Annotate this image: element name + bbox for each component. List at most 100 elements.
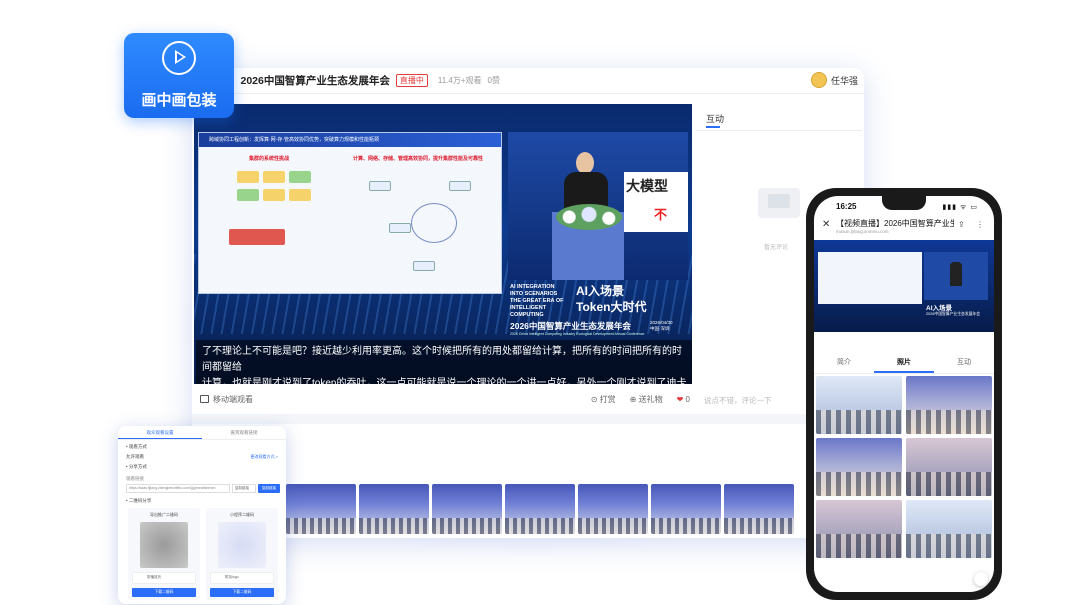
watch-link-field[interactable]: https://saas.fjjlang.zhengbeichifiho.com… xyxy=(126,484,230,493)
tip-button[interactable]: ⊙ 打赏 xyxy=(591,394,616,405)
tab-audience-settings[interactable]: 观众观看设置 xyxy=(118,426,202,439)
view-count: 11.4万+观看 xyxy=(437,76,482,85)
phone-video-player[interactable]: AI入场景 2026中国智算产业生态发展年会 xyxy=(814,240,994,332)
tab-interaction[interactable]: 互动 xyxy=(706,112,724,128)
status-icons: ▮▮▮ ᯤ ▭ xyxy=(942,204,978,211)
tab-guest-link[interactable]: 嘉宾观看链接 xyxy=(202,426,286,439)
live-subtitle: 了不理论上不可能是吧？接近越少利用率更高。这个时候把所有的用处都留给计算，把所有… xyxy=(196,340,692,384)
pip-package-badge: 画中画包装 xyxy=(124,33,234,118)
download-qrcode-button[interactable]: 下载二维码 xyxy=(132,588,196,597)
main-live-window: 】2026中国智算产业生态发展年会 直播中 11.4万+观看 0赞 任华强 跨域… xyxy=(192,68,864,538)
player-toolbar: 移动端观看 ⊙ 打赏 ⊕ 送礼物 ❤ 0 xyxy=(200,388,690,410)
divider xyxy=(696,130,862,131)
presentation-slide: 跨域协同工程创新：发挥算·网·存·管高效协同优势，突破算力规模和性能瓶颈 集群的… xyxy=(198,132,502,294)
photo-thumbnail[interactable] xyxy=(816,438,902,496)
copy-link-button[interactable]: 复制链接 xyxy=(258,484,280,493)
stage-banner: 大模型 不 xyxy=(624,172,688,232)
slide-block xyxy=(229,229,285,245)
watch-link-label: 观看链接 xyxy=(126,476,144,481)
copy-link-field[interactable]: 复制链接 xyxy=(232,484,256,493)
photo-thumbnail[interactable] xyxy=(651,484,721,534)
share-icon[interactable]: ⇪ xyxy=(958,220,965,229)
live-status-badge: 直播中 xyxy=(395,74,428,87)
download-qrcode-button[interactable]: 下载二维码 xyxy=(210,588,274,597)
avatar xyxy=(810,72,827,88)
slide-diagram xyxy=(411,203,457,243)
slide-node xyxy=(369,181,391,191)
subtitle-line-1: 了不理论上不可能是吧？接近越少利用率更高。这个时候把所有的用处都留给计算，把所有… xyxy=(202,346,682,373)
phone-stage xyxy=(924,252,988,300)
slide-header: 跨域协同工程创新：发挥算·网·存·管高效协同优势，突破算力规模和性能瓶颈 xyxy=(199,133,501,147)
video-player[interactable]: 跨域协同工程创新：发挥算·网·存·管高效协同优势，突破算力规模和性能瓶颈 集群的… xyxy=(194,104,692,384)
tab-interaction[interactable]: 互动 xyxy=(934,354,994,373)
user-menu[interactable]: 任华强 xyxy=(810,72,858,88)
photo-thumbnail[interactable] xyxy=(906,500,992,558)
photo-thumbnail[interactable] xyxy=(816,376,902,434)
gift-count-button[interactable]: ❤ 0 xyxy=(677,395,690,404)
slide-node xyxy=(449,181,471,191)
play-circle-icon xyxy=(162,41,196,75)
status-time: 16:25 xyxy=(836,202,857,211)
window-footer xyxy=(192,414,864,424)
slide-node xyxy=(413,261,435,271)
phone-brand: AI入场景 xyxy=(926,305,952,312)
option-with-player[interactable]: 带播放页 xyxy=(132,572,196,584)
share-settings-window: 观众观看设置 嘉宾观看链接 • 观看方式 允许观看 更改观看方式 > • 分享方… xyxy=(118,426,286,604)
photo-thumbnail[interactable] xyxy=(906,438,992,496)
tab-intro[interactable]: 简介 xyxy=(814,354,874,373)
phone-brand-sub: 2026中国智算产业生态发展年会 xyxy=(926,312,981,316)
phone-page-url: mosun.lyfang.xnmmu.com xyxy=(836,229,889,234)
photo-thumbnail[interactable] xyxy=(578,484,648,534)
badge-label: 画中画包装 xyxy=(141,92,217,109)
brand-date: 2026/04/30 中国·深圳 xyxy=(650,320,673,331)
slide-block xyxy=(289,171,311,183)
stage-banner-text: 大模型 xyxy=(626,178,668,194)
empty-comment-text: 暂无评论 xyxy=(764,245,789,251)
qrcode-card-promo: 导出推广二维码 带播放页 下载二维码 xyxy=(128,508,200,600)
phone-slide xyxy=(818,252,922,304)
phone-frame: 16:25 ▮▮▮ ᯤ ▭ ✕ 【视频直播】2026中国智算产业生 mosun.… xyxy=(806,188,1002,600)
phone-navbar: ✕ 【视频直播】2026中国智算产业生 mosun.lyfang.xnmmu.c… xyxy=(820,216,990,238)
photo-grid xyxy=(816,376,992,558)
phone-page-title: 【视频直播】2026中国智算产业生 xyxy=(836,219,954,228)
brand-event-name: 2026中国智算产业生态发展年会 xyxy=(510,321,631,331)
photo-thumbnail[interactable] xyxy=(359,484,429,534)
photo-thumbnail[interactable] xyxy=(286,484,356,534)
slide-block xyxy=(263,171,285,183)
like-count: 0赞 xyxy=(487,76,500,85)
close-icon[interactable]: ✕ xyxy=(822,219,830,230)
more-icon[interactable]: ⋮ xyxy=(976,220,984,229)
slide-right-title: 计算、网络、存储、管理高效协同，提升集群性能及可靠性 xyxy=(353,156,484,162)
change-watch-mode-link[interactable]: 更改观看方式 > xyxy=(251,454,278,460)
slide-left-title: 集群的系统性挑战 xyxy=(249,156,290,162)
gift-button[interactable]: ⊕ 送礼物 xyxy=(630,394,663,405)
section-watch-mode: • 观看方式 xyxy=(126,444,147,449)
qrcode-image xyxy=(140,522,188,568)
window-header: 】2026中国智算产业生态发展年会 直播中 11.4万+观看 0赞 任华强 xyxy=(192,68,864,94)
mobile-watch-button[interactable]: 移动端观看 xyxy=(200,394,253,405)
tab-photos[interactable]: 照片 xyxy=(874,354,934,373)
user-name: 任华强 xyxy=(830,75,858,86)
speaker-stage: 大模型 不 xyxy=(508,132,688,280)
photo-thumbnail[interactable] xyxy=(724,484,794,534)
phone-notch xyxy=(882,196,926,210)
slide-block xyxy=(237,189,259,201)
slide-node xyxy=(389,223,411,233)
qrcode-image xyxy=(218,522,266,568)
brand-event-subtitle: 2026 China Intelligent Computing Industr… xyxy=(510,332,645,336)
phone-tabs: 简介 照片 互动 xyxy=(814,354,994,374)
slide-block xyxy=(289,189,311,201)
speaker-head xyxy=(576,152,594,174)
brand-slogan-2: Token大时代 xyxy=(576,300,647,314)
option-add-logo[interactable]: 附加logo xyxy=(210,572,274,584)
photo-strip xyxy=(286,484,794,534)
card-title: 小程序二维码 xyxy=(230,512,254,517)
section-qrcode: • 二维码分享 xyxy=(126,498,152,503)
settings-tabs: 观众观看设置 嘉宾观看链接 xyxy=(118,426,286,440)
photo-thumbnail[interactable] xyxy=(906,376,992,434)
photo-thumbnail[interactable] xyxy=(816,500,902,558)
floating-action-button[interactable] xyxy=(974,572,988,586)
photo-thumbnail[interactable] xyxy=(432,484,502,534)
photo-thumbnail[interactable] xyxy=(505,484,575,534)
stage-banner-red-text: 不 xyxy=(654,207,668,222)
